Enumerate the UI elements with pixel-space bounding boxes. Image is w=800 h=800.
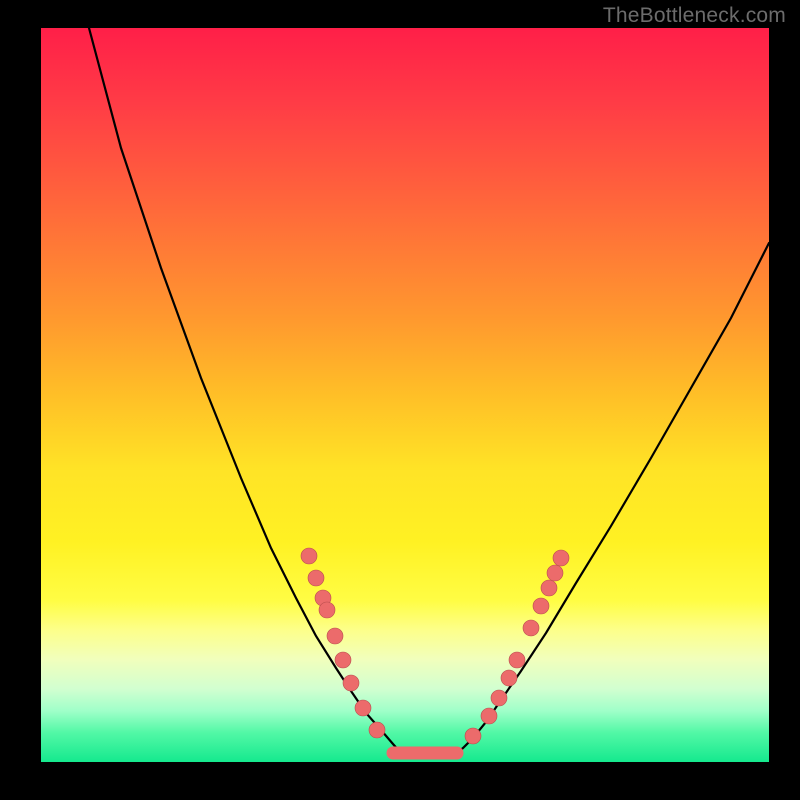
data-point — [481, 708, 497, 724]
data-point — [343, 675, 359, 691]
data-point — [491, 690, 507, 706]
data-point — [308, 570, 324, 586]
data-points — [301, 548, 569, 744]
left-curve — [89, 28, 401, 753]
data-point — [335, 652, 351, 668]
data-point — [369, 722, 385, 738]
data-point — [533, 598, 549, 614]
chart-svg — [41, 28, 769, 762]
data-point — [327, 628, 343, 644]
data-point — [465, 728, 481, 744]
outer-frame: TheBottleneck.com — [0, 0, 800, 800]
data-point — [553, 550, 569, 566]
watermark-text: TheBottleneck.com — [603, 4, 786, 28]
data-point — [501, 670, 517, 686]
data-point — [509, 652, 525, 668]
data-point — [355, 700, 371, 716]
data-point — [319, 602, 335, 618]
data-point — [301, 548, 317, 564]
data-point — [547, 565, 563, 581]
data-point — [541, 580, 557, 596]
data-point — [523, 620, 539, 636]
